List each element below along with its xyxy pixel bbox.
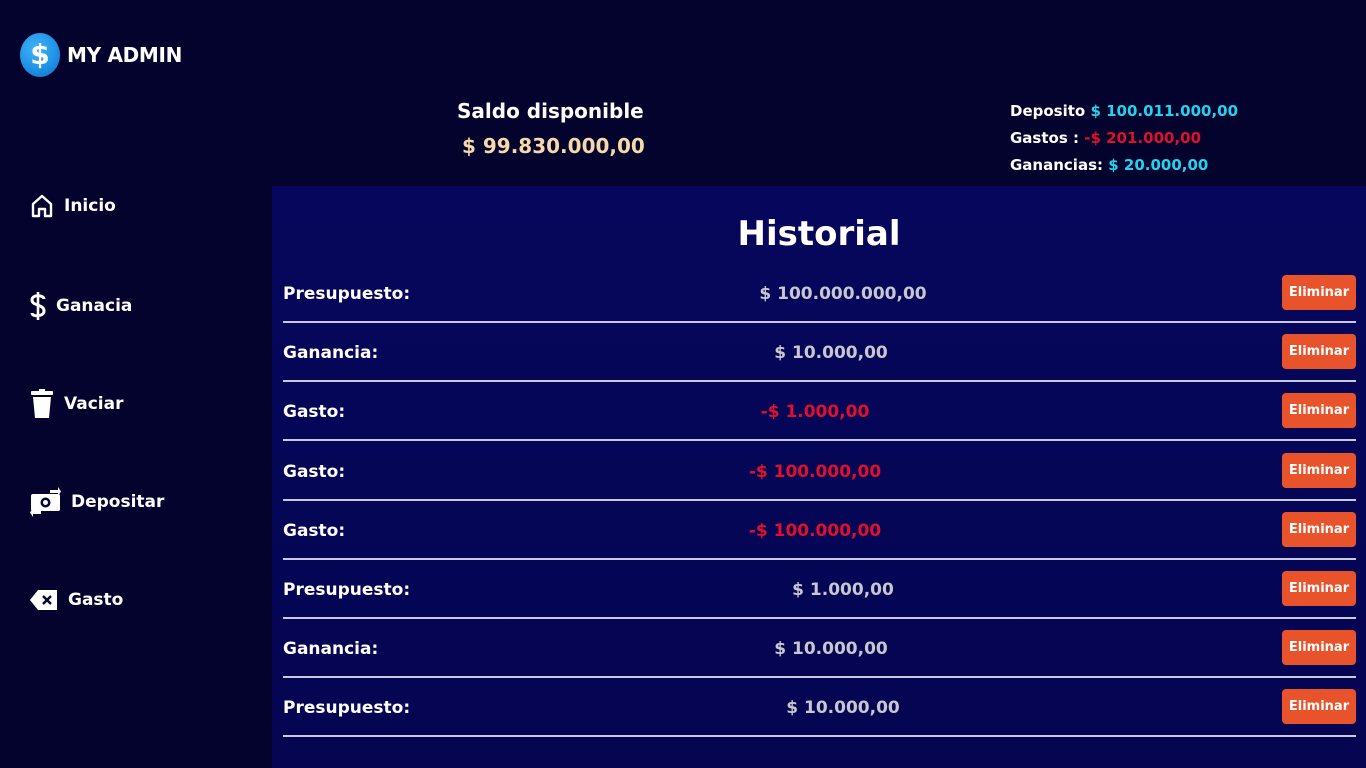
delete-button[interactable]: Eliminar: [1282, 511, 1356, 547]
delete-button[interactable]: Eliminar: [1282, 571, 1356, 606]
ganancias-label: Ganancias:: [1010, 156, 1103, 174]
history-row: Presupuesto: $ 1.000,00 Eliminar: [283, 560, 1356, 619]
history-row: Presupuesto: $ 10.000,00 Eliminar: [283, 678, 1356, 738]
deposito-line: Deposito $ 100.011.000,00: [1010, 98, 1238, 125]
nav-item-label: Depositar: [71, 492, 165, 512]
nav-item-inicio[interactable]: Inicio: [30, 194, 116, 218]
nav-item-label: Gasto: [68, 590, 124, 610]
history-row-label: Presupuesto:: [283, 580, 411, 600]
history-row: Presupuesto: $ 100.000.000,00 Eliminar: [283, 264, 1356, 323]
history-row-amount: $ 100.000.000,00: [759, 284, 927, 304]
nav-item-gasto[interactable]: Gasto: [30, 589, 123, 611]
history-row-amount: -$ 100.000,00: [748, 461, 882, 482]
gastos-label: Gastos :: [1010, 129, 1079, 147]
history-row-amount: $ 10.000,00: [774, 639, 888, 660]
delete-button[interactable]: Eliminar: [1282, 689, 1356, 725]
gastos-line: Gastos : -$ 201.000,00: [1010, 125, 1238, 152]
dollar-logo-icon: $: [20, 33, 60, 77]
nav-item-depositar[interactable]: Depositar: [30, 487, 164, 517]
history-row-label: Presupuesto:: [283, 698, 411, 719]
nav-item-label: Ganacia: [56, 296, 133, 316]
history-row-label: Ganancia:: [283, 343, 379, 364]
history-row-label: Presupuesto:: [283, 284, 411, 304]
sidebar: $ MY ADMIN Inicio Ganacia Vaciar Deposit…: [0, 0, 272, 768]
money-transfer-icon: [30, 487, 61, 517]
history-row-amount: -$ 1.000,00: [760, 402, 870, 423]
brand-title: MY ADMIN: [67, 43, 183, 67]
history-row-amount: $ 10.000,00: [774, 343, 888, 364]
delete-button[interactable]: Eliminar: [1282, 452, 1356, 488]
brand[interactable]: $ MY ADMIN: [20, 33, 182, 77]
history-panel: Historial Presupuesto: $ 100.000.000,00 El…: [272, 186, 1366, 768]
history-row: Ganancia: $ 10.000,00 Eliminar: [283, 323, 1356, 383]
delete-button[interactable]: Eliminar: [1282, 393, 1356, 429]
deposito-label: Deposito: [1010, 102, 1086, 120]
history-row: Ganancia: $ 10.000,00 Eliminar: [283, 619, 1356, 679]
nav-item-label: Inicio: [64, 196, 116, 216]
history-row: Gasto: -$ 1.000,00 Eliminar: [283, 382, 1356, 442]
nav-item-ganacia[interactable]: Ganacia: [30, 291, 132, 321]
history-row-amount: $ 10.000,00: [786, 698, 900, 719]
summary-panel: Deposito $ 100.011.000,00 Gastos : -$ 20…: [1010, 98, 1238, 179]
nav-item-label: Vaciar: [64, 394, 124, 414]
history-title: Historial: [737, 214, 901, 254]
delete-button[interactable]: Eliminar: [1282, 275, 1356, 310]
history-row: Gasto: -$ 100.000,00 Eliminar: [283, 442, 1356, 501]
balance-value: $ 99.830.000,00: [462, 134, 645, 158]
home-icon: [30, 194, 54, 218]
history-row-label: Gasto:: [283, 520, 346, 541]
trash-icon: [30, 389, 54, 419]
history-row: Gasto: -$ 100.000,00 Eliminar: [283, 501, 1356, 560]
delete-button[interactable]: Eliminar: [1282, 334, 1356, 370]
header: Saldo disponible $ 99.830.000,00 Deposit…: [272, 0, 1366, 186]
ganancias-value: $ 20.000,00: [1108, 156, 1209, 174]
backspace-icon: [30, 589, 58, 611]
deposito-value: $ 100.011.000,00: [1090, 102, 1239, 120]
history-row-amount: -$ 100.000,00: [748, 520, 882, 541]
gastos-value: -$ 201.000,00: [1084, 129, 1202, 147]
history-row-amount: $ 1.000,00: [792, 580, 894, 600]
balance-label: Saldo disponible: [457, 99, 644, 123]
dollar-icon: [30, 291, 46, 321]
history-row-label: Gasto:: [283, 402, 346, 423]
ganancias-line: Ganancias: $ 20.000,00: [1010, 152, 1238, 179]
history-row-label: Gasto:: [283, 461, 346, 482]
delete-button[interactable]: Eliminar: [1282, 630, 1356, 666]
history-row-label: Ganancia:: [283, 639, 379, 660]
nav-item-vaciar[interactable]: Vaciar: [30, 389, 123, 419]
